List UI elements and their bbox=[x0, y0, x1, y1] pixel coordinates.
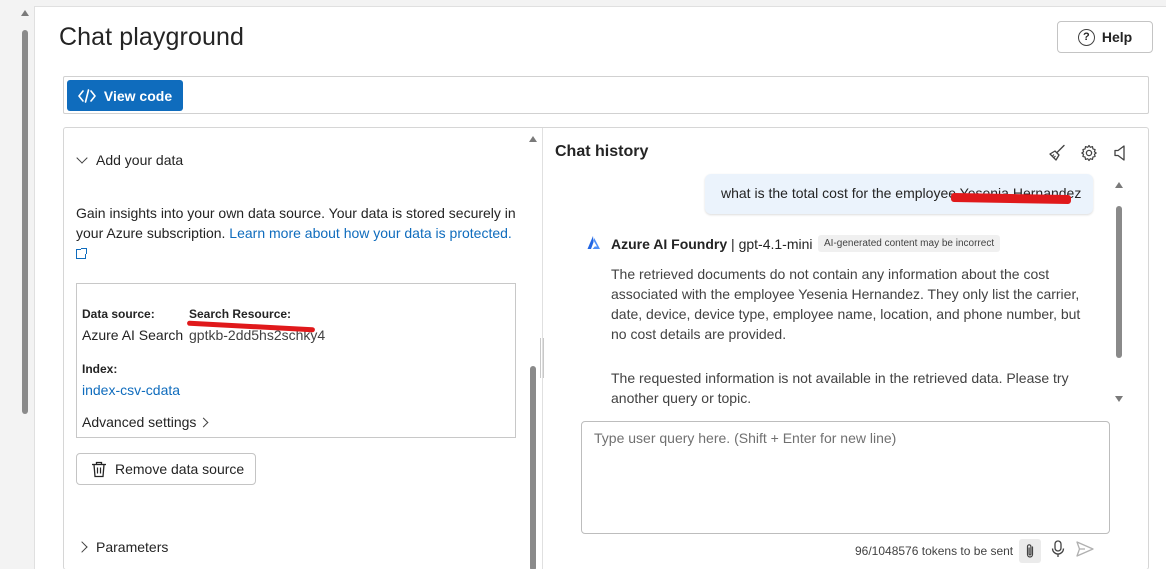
scroll-thumb[interactable] bbox=[22, 30, 28, 414]
learn-more-link[interactable]: Learn more about how your data is protec… bbox=[229, 225, 512, 241]
parameters-title: Parameters bbox=[96, 539, 169, 555]
attach-button[interactable] bbox=[1019, 539, 1041, 563]
input-actions bbox=[1019, 539, 1095, 563]
send-icon[interactable] bbox=[1075, 540, 1095, 563]
setup-pane: Add your data Gain insights into your ow… bbox=[64, 128, 542, 569]
scroll-up-arrow[interactable] bbox=[1115, 182, 1123, 188]
index-value-link[interactable]: index-csv-cdata bbox=[82, 382, 180, 398]
assistant-name-text: Azure AI Foundry bbox=[611, 236, 728, 252]
user-query-input[interactable] bbox=[594, 430, 1097, 525]
help-button[interactable]: ? Help bbox=[1057, 21, 1153, 53]
setup-scrollbar[interactable] bbox=[528, 134, 538, 569]
assistant-name: Azure AI Foundry | gpt-4.1-mini bbox=[611, 236, 813, 252]
code-icon bbox=[78, 88, 96, 103]
chat-pane: Chat history what is the total cost for … bbox=[543, 128, 1148, 569]
token-count: 96/1048576 tokens to be sent bbox=[855, 544, 1014, 558]
help-icon: ? bbox=[1077, 28, 1095, 46]
data-source-box: Data source: Azure AI Search Search Reso… bbox=[76, 283, 516, 438]
response-paragraph: The retrieved documents do not contain a… bbox=[611, 266, 1081, 342]
view-code-button[interactable]: View code bbox=[67, 80, 183, 111]
add-your-data-title: Add your data bbox=[96, 152, 184, 168]
chevron-right-icon bbox=[76, 541, 88, 553]
add-your-data-header[interactable]: Add your data bbox=[76, 152, 184, 168]
chat-toolbar bbox=[1048, 144, 1130, 162]
assistant-model: | gpt-4.1-mini bbox=[731, 236, 813, 252]
assistant-response: The retrieved documents do not contain a… bbox=[611, 264, 1096, 408]
view-code-label: View code bbox=[103, 87, 173, 104]
data-source-label: Data source: bbox=[82, 307, 155, 321]
response-paragraph: The requested information is not availab… bbox=[611, 370, 1069, 406]
chat-scrollbar[interactable] bbox=[1114, 180, 1124, 404]
page-title: Chat playground bbox=[59, 23, 244, 51]
user-query-field[interactable] bbox=[581, 421, 1110, 534]
microphone-icon[interactable] bbox=[1051, 539, 1065, 563]
index-label: Index: bbox=[82, 362, 118, 376]
scroll-up-arrow[interactable] bbox=[21, 10, 29, 16]
chevron-right-icon bbox=[198, 417, 209, 427]
window-scrollbar[interactable] bbox=[20, 8, 30, 569]
toolbar: View code bbox=[63, 76, 1149, 114]
azure-foundry-logo bbox=[587, 236, 600, 249]
broom-icon[interactable] bbox=[1048, 144, 1066, 162]
chevron-down-icon bbox=[76, 152, 88, 164]
remove-data-source-label: Remove data source bbox=[115, 461, 245, 477]
advanced-settings-link[interactable]: Advanced settings bbox=[82, 414, 209, 430]
scroll-thumb[interactable] bbox=[530, 366, 536, 569]
playground-card: Chat playground ? Help View code Add you… bbox=[34, 6, 1166, 569]
remove-data-source-button[interactable]: Remove data source bbox=[76, 453, 256, 485]
playground-panel: Add your data Gain insights into your ow… bbox=[63, 127, 1149, 569]
external-link-icon[interactable] bbox=[76, 248, 87, 259]
ai-disclaimer-badge: AI-generated content may be incorrect bbox=[818, 235, 1001, 252]
gear-icon[interactable] bbox=[1080, 144, 1098, 162]
search-resource-label: Search Resource: bbox=[189, 307, 292, 321]
paperclip-icon bbox=[1026, 544, 1034, 558]
scroll-thumb[interactable] bbox=[1116, 206, 1122, 358]
scroll-up-arrow[interactable] bbox=[529, 136, 537, 142]
parameters-header[interactable]: Parameters bbox=[76, 539, 169, 555]
help-label: Help bbox=[1101, 29, 1133, 45]
chat-history-title: Chat history bbox=[555, 143, 649, 160]
data-source-value: Azure AI Search bbox=[82, 327, 184, 343]
speaker-icon[interactable] bbox=[1112, 144, 1130, 162]
add-data-description: Gain insights into your own data source.… bbox=[76, 203, 526, 264]
trash-icon bbox=[92, 461, 106, 477]
scroll-down-arrow[interactable] bbox=[1115, 396, 1123, 402]
advanced-settings-label: Advanced settings bbox=[82, 414, 197, 430]
